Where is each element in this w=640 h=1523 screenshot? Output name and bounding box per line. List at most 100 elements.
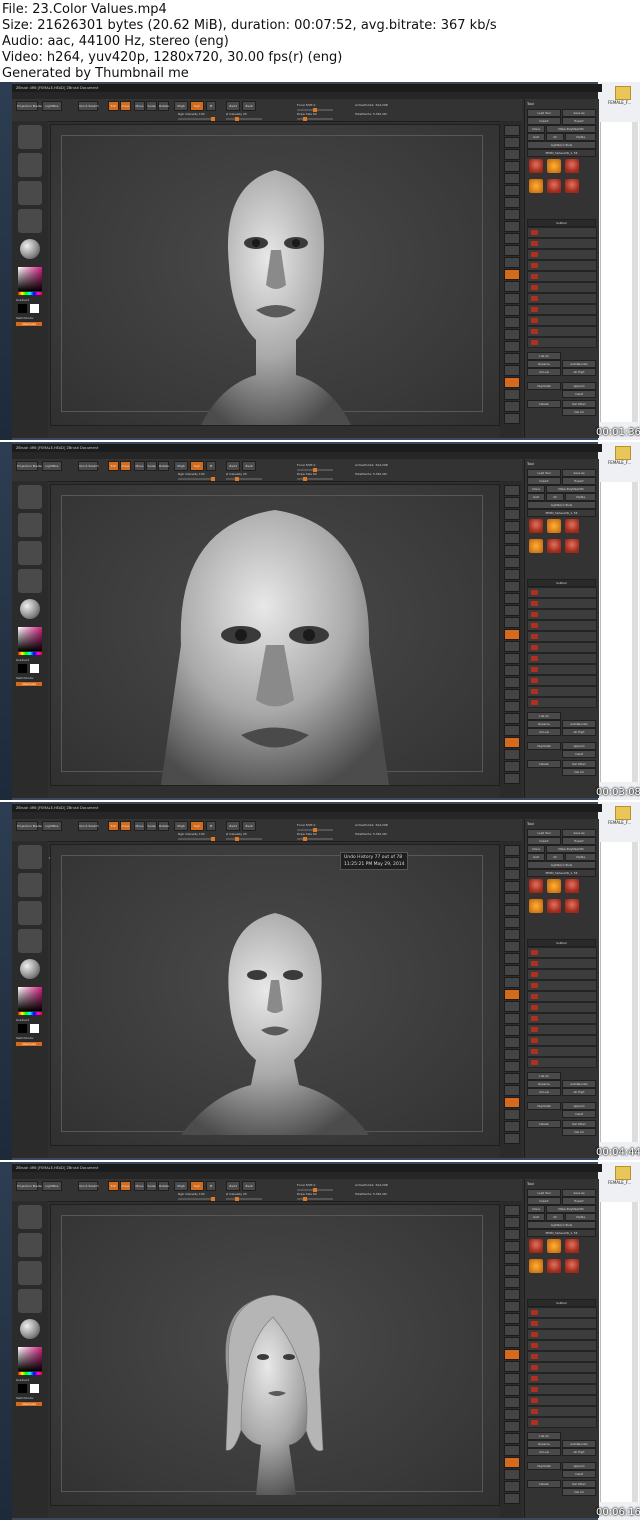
draw-button[interactable]: Draw bbox=[120, 461, 131, 471]
zsub-button[interactable]: Zsub bbox=[242, 461, 256, 471]
clone-button[interactable]: Clone bbox=[527, 125, 545, 133]
tool-thumbnail[interactable] bbox=[565, 899, 579, 913]
brush-icon[interactable] bbox=[18, 485, 42, 509]
projection-master-button[interactable]: Projection Master bbox=[16, 461, 43, 471]
rgb-intensity-slider[interactable] bbox=[178, 1197, 215, 1201]
shelf-button[interactable] bbox=[504, 689, 520, 700]
shelf-button[interactable] bbox=[504, 929, 520, 940]
tool-thumbnail[interactable] bbox=[529, 159, 543, 173]
shelf-button[interactable] bbox=[504, 389, 520, 400]
all-high-button[interactable]: All High bbox=[562, 368, 596, 376]
append-button[interactable]: Append bbox=[562, 1102, 596, 1110]
switch-color-label[interactable]: SwitchColor bbox=[16, 316, 34, 320]
shelf-button[interactable] bbox=[504, 1085, 520, 1096]
stroke-icon[interactable] bbox=[18, 873, 42, 897]
shelf-button[interactable] bbox=[504, 917, 520, 928]
secondary-color-swatch[interactable] bbox=[30, 304, 39, 313]
shelf-button[interactable] bbox=[504, 1385, 520, 1396]
tool-thumbnail[interactable] bbox=[529, 1239, 543, 1253]
export-button[interactable]: Export bbox=[562, 1197, 596, 1205]
shelf-button[interactable] bbox=[504, 353, 520, 364]
subtool-item[interactable] bbox=[527, 1046, 597, 1057]
tool-thumbnail[interactable] bbox=[565, 1259, 579, 1273]
shelf-button[interactable] bbox=[504, 677, 520, 688]
goz-button[interactable]: GoZ bbox=[527, 1213, 545, 1221]
shelf-button[interactable] bbox=[504, 1217, 520, 1228]
hue-slider[interactable] bbox=[18, 292, 42, 295]
hue-slider[interactable] bbox=[18, 652, 42, 655]
draw-button[interactable]: Draw bbox=[120, 1181, 131, 1191]
shelf-button[interactable] bbox=[504, 329, 520, 340]
sculpt-model[interactable] bbox=[51, 125, 499, 425]
subtool-item[interactable] bbox=[527, 991, 597, 1002]
make-polymesh-button[interactable]: Make PolyMesh3D bbox=[546, 845, 596, 853]
shelf-button[interactable] bbox=[504, 629, 520, 640]
draw-button[interactable]: Draw bbox=[120, 101, 131, 111]
quick-sketch-button[interactable]: Quick Sketch bbox=[78, 461, 99, 471]
subtool-header[interactable]: Subtool bbox=[527, 939, 596, 947]
append-button[interactable]: Append bbox=[562, 382, 596, 390]
texture-icon[interactable] bbox=[18, 929, 42, 953]
color-picker[interactable] bbox=[18, 627, 42, 651]
rotate-button[interactable]: Rotate bbox=[158, 461, 169, 471]
shelf-button[interactable] bbox=[504, 413, 520, 424]
shelf-button[interactable] bbox=[504, 497, 520, 508]
shelf-button[interactable] bbox=[504, 509, 520, 520]
shelf-button[interactable] bbox=[504, 545, 520, 556]
move-button[interactable]: Move bbox=[134, 821, 145, 831]
lightbox-tools-button[interactable]: Lightbox>Tools bbox=[527, 1221, 596, 1229]
clone-button[interactable]: Clone bbox=[527, 845, 545, 853]
hue-slider[interactable] bbox=[18, 1012, 42, 1015]
del-other-button[interactable]: Del Other bbox=[562, 1480, 596, 1488]
mrgb-button[interactable]: Mrgb bbox=[174, 821, 188, 831]
tool-thumbnail[interactable] bbox=[547, 179, 561, 193]
subtool-item[interactable] bbox=[527, 304, 597, 315]
shelf-button[interactable] bbox=[504, 293, 520, 304]
shelf-button[interactable] bbox=[504, 905, 520, 916]
focal-shift-slider[interactable] bbox=[297, 108, 333, 112]
projection-master-button[interactable]: Projection Master bbox=[16, 101, 43, 111]
shelf-button[interactable] bbox=[504, 1373, 520, 1384]
shelf-button[interactable] bbox=[504, 605, 520, 616]
stroke-icon[interactable] bbox=[18, 1233, 42, 1257]
tool-thumbnail[interactable] bbox=[547, 539, 561, 553]
subtool-item[interactable] bbox=[527, 315, 597, 326]
hue-slider[interactable] bbox=[18, 1372, 42, 1375]
shelf-button[interactable] bbox=[504, 1025, 520, 1036]
main-color-swatch[interactable] bbox=[18, 664, 27, 673]
tool-thumbnail[interactable] bbox=[565, 519, 579, 533]
shelf-button[interactable] bbox=[504, 1289, 520, 1300]
shelf-button[interactable] bbox=[504, 365, 520, 376]
scrollbar[interactable] bbox=[632, 842, 638, 1142]
folder-icon[interactable] bbox=[615, 1166, 631, 1180]
shelf-button[interactable] bbox=[504, 305, 520, 316]
list-all-button[interactable]: List All bbox=[527, 712, 561, 720]
subtool-item[interactable] bbox=[527, 642, 597, 653]
shelf-button[interactable] bbox=[504, 965, 520, 976]
shelf-button[interactable] bbox=[504, 1097, 520, 1108]
subtool-item[interactable] bbox=[527, 1351, 597, 1362]
scrollbar[interactable] bbox=[632, 482, 638, 782]
draw-size-slider[interactable] bbox=[297, 477, 333, 481]
lightbox-button[interactable]: LightBox bbox=[42, 101, 62, 111]
shelf-button[interactable] bbox=[504, 485, 520, 496]
shelf-button[interactable] bbox=[504, 857, 520, 868]
shelf-button[interactable] bbox=[504, 1361, 520, 1372]
subtool-item[interactable] bbox=[527, 1318, 597, 1329]
list-all-button[interactable]: List All bbox=[527, 1432, 561, 1440]
subtool-item[interactable] bbox=[527, 238, 597, 249]
alternate-button[interactable]: Alternate bbox=[16, 1042, 42, 1046]
tool-thumbnail[interactable] bbox=[547, 519, 561, 533]
shelf-button[interactable] bbox=[504, 761, 520, 772]
shelf-button[interactable] bbox=[504, 533, 520, 544]
current-tool-label[interactable]: PM3D_Sphere3D_1. 56 bbox=[527, 1229, 596, 1237]
projection-master-button[interactable]: Projection Master bbox=[16, 821, 43, 831]
shelf-button[interactable] bbox=[504, 737, 520, 748]
shelf-button[interactable] bbox=[504, 173, 520, 184]
all-button[interactable]: All bbox=[546, 1213, 564, 1221]
edit-button[interactable]: Edit bbox=[108, 821, 119, 831]
quick-sketch-button[interactable]: Quick Sketch bbox=[78, 1181, 99, 1191]
material-icon[interactable] bbox=[20, 959, 40, 979]
rename-button[interactable]: Rename bbox=[527, 720, 561, 728]
all-low-button[interactable]: All Low bbox=[527, 1088, 561, 1096]
